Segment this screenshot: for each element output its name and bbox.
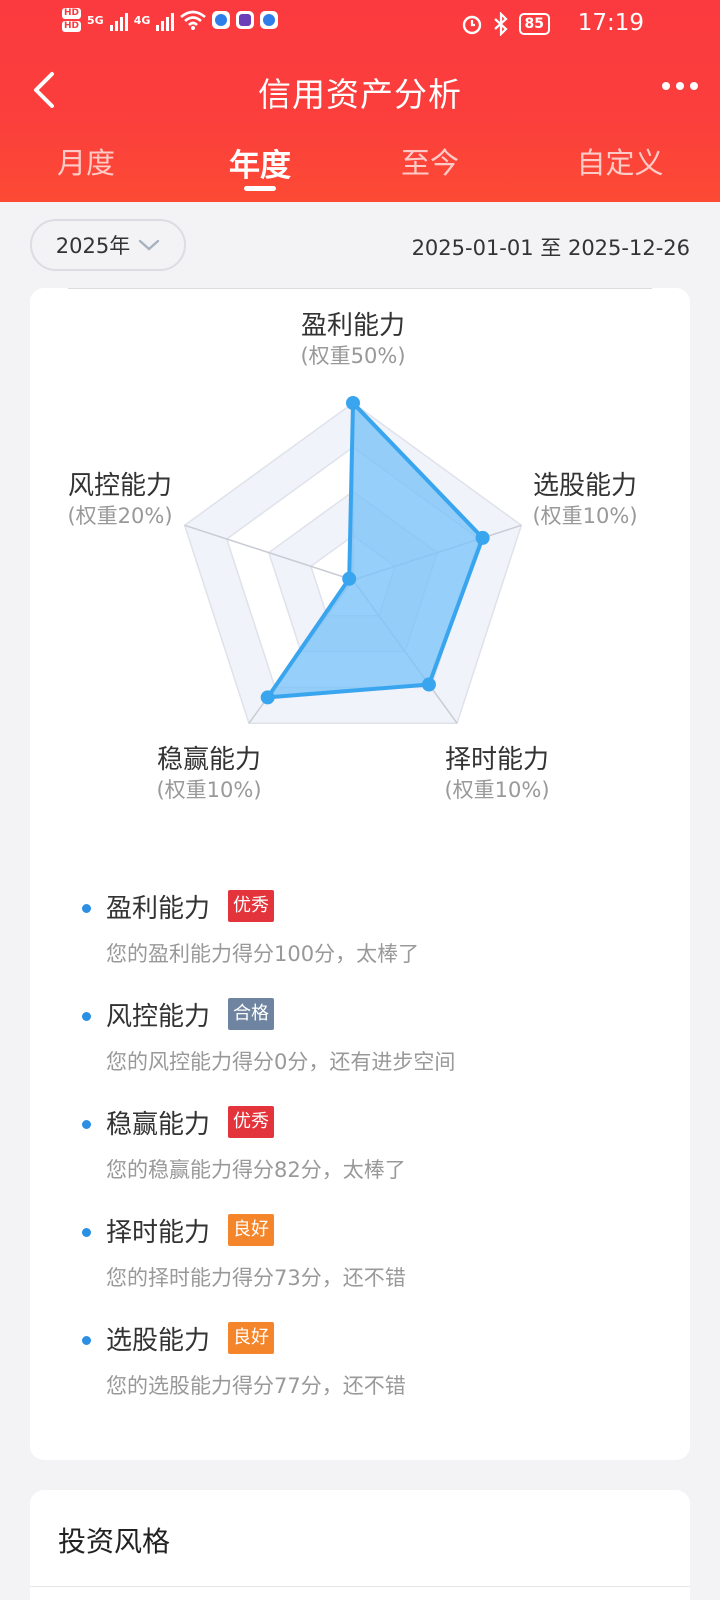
alarm-icon (462, 15, 481, 35)
tab-to-date[interactable]: 至今 (401, 140, 459, 182)
score-description: 您的稳赢能力得分82分，太棒了 (106, 1158, 406, 1182)
score-item-name: 盈利能力 (106, 894, 211, 924)
year-selector-label: 2025年 (55, 234, 131, 258)
radar-axis-label: 择时能力 (权重10%) (444, 744, 549, 804)
page-title: 信用资产分析 (258, 75, 462, 114)
axis-name: 选股能力 (532, 471, 637, 501)
hd-badge-2: HD (62, 21, 82, 32)
radar-point (475, 530, 490, 545)
score-item-name: 选股能力 (106, 1326, 211, 1356)
status-time: 17:19 (577, 10, 644, 36)
score-badge: 良好 (228, 1322, 274, 1354)
signal-icon-2 (156, 9, 175, 31)
active-tab-indicator (244, 186, 276, 191)
score-badge: 合格 (228, 998, 274, 1030)
radar-point (346, 396, 360, 410)
score-list: 盈利能力 优秀 您的盈利能力得分100分，太棒了 风控能力 合格 您的风控能力得分0分，还… (80, 886, 660, 1426)
radar-axis-label: 盈利能力 (权重50%) (300, 310, 405, 370)
axis-name: 择时能力 (444, 745, 549, 775)
investment-style-title: 投资风格 (58, 1525, 171, 1558)
axis-name: 风控能力 (67, 471, 172, 501)
status-left: HD HD 5G 4G (62, 8, 279, 32)
bullet-dot (82, 1228, 91, 1237)
bullet-dot (82, 1120, 91, 1129)
date-range: 2025-01-01 至 2025-12-26 (411, 236, 690, 260)
app-notification-icon-1 (212, 11, 231, 29)
tab-yearly[interactable]: 年度 (229, 140, 291, 185)
score-badge: 优秀 (228, 890, 274, 922)
axis-weight: (权重10%) (444, 778, 550, 802)
status-bar: HD HD 5G 4G 85 17:19 (0, 0, 720, 50)
period-tabs: 月度 年度 至今 自定义 (0, 136, 720, 202)
score-badge: 良好 (228, 1214, 274, 1246)
score-item-name: 稳赢能力 (106, 1110, 211, 1140)
radar-point (342, 571, 357, 586)
score-description: 您的择时能力得分73分，还不错 (106, 1266, 406, 1290)
score-item: 稳赢能力 优秀您的稳赢能力得分82分，太棒了 (80, 1102, 660, 1210)
score-description: 您的选股能力得分77分，还不错 (106, 1374, 406, 1398)
bullet-dot (82, 1336, 91, 1345)
battery-level: 85 (518, 13, 550, 35)
investment-style-card: 投资风格 (30, 1490, 690, 1600)
status-icons-right: 85 (461, 12, 550, 36)
score-item: 选股能力 良好您的选股能力得分77分，还不错 (80, 1318, 660, 1426)
axis-name: 盈利能力 (300, 311, 405, 341)
chevron-down-icon (139, 239, 160, 251)
app-notification-icon-2 (236, 11, 255, 29)
year-selector[interactable]: 2025年 (30, 219, 186, 271)
network-5g-label: 5G (87, 13, 104, 27)
hd-badge-1: HD (62, 8, 82, 19)
tab-monthly[interactable]: 月度 (57, 140, 115, 182)
more-options-icon[interactable] (662, 82, 698, 90)
radar-point (260, 690, 275, 705)
wifi-icon (180, 10, 207, 30)
network-4g-label: 4G (133, 13, 151, 27)
score-badge: 优秀 (228, 1106, 274, 1138)
score-description: 您的风控能力得分0分，还有进步空间 (106, 1050, 456, 1074)
header: HD HD 5G 4G 85 17:19 信用资产分析 月度 年度 至今 自定义 (0, 0, 720, 202)
radar-point (421, 677, 436, 692)
bullet-dot (82, 1012, 91, 1021)
axis-weight: (权重20%) (67, 504, 173, 528)
ability-card: 盈利能力 (权重50%) 选股能力 (权重10%) 择时能力 (权重10%) 稳赢能力 (权重… (30, 288, 690, 1460)
radar-axis-label: 风控能力 (权重20%) (67, 470, 172, 530)
section-divider (30, 1586, 690, 1587)
tab-custom[interactable]: 自定义 (576, 140, 663, 182)
bullet-dot (82, 904, 91, 913)
score-item-name: 风控能力 (106, 1002, 211, 1032)
score-item-name: 择时能力 (106, 1218, 211, 1248)
axis-weight: (权重10%) (532, 504, 638, 528)
score-item: 择时能力 良好您的择时能力得分73分，还不错 (80, 1210, 660, 1318)
score-item: 风控能力 合格您的风控能力得分0分，还有进步空间 (80, 994, 660, 1102)
axis-weight: (权重10%) (156, 778, 262, 802)
signal-icon (109, 9, 128, 31)
axis-name: 稳赢能力 (156, 745, 261, 775)
radar-chart (183, 396, 523, 724)
nav-bar: 信用资产分析 (0, 58, 720, 122)
radar-axis-label: 稳赢能力 (权重10%) (156, 744, 261, 804)
radar-axis-label: 选股能力 (权重10%) (532, 470, 637, 530)
hd-badges: HD HD (62, 8, 82, 32)
app-notification-icon-3 (260, 11, 279, 29)
bluetooth-icon (493, 12, 508, 36)
score-item: 盈利能力 优秀您的盈利能力得分100分，太棒了 (80, 886, 660, 994)
axis-weight: (权重50%) (300, 344, 406, 368)
score-description: 您的盈利能力得分100分，太棒了 (106, 942, 420, 966)
